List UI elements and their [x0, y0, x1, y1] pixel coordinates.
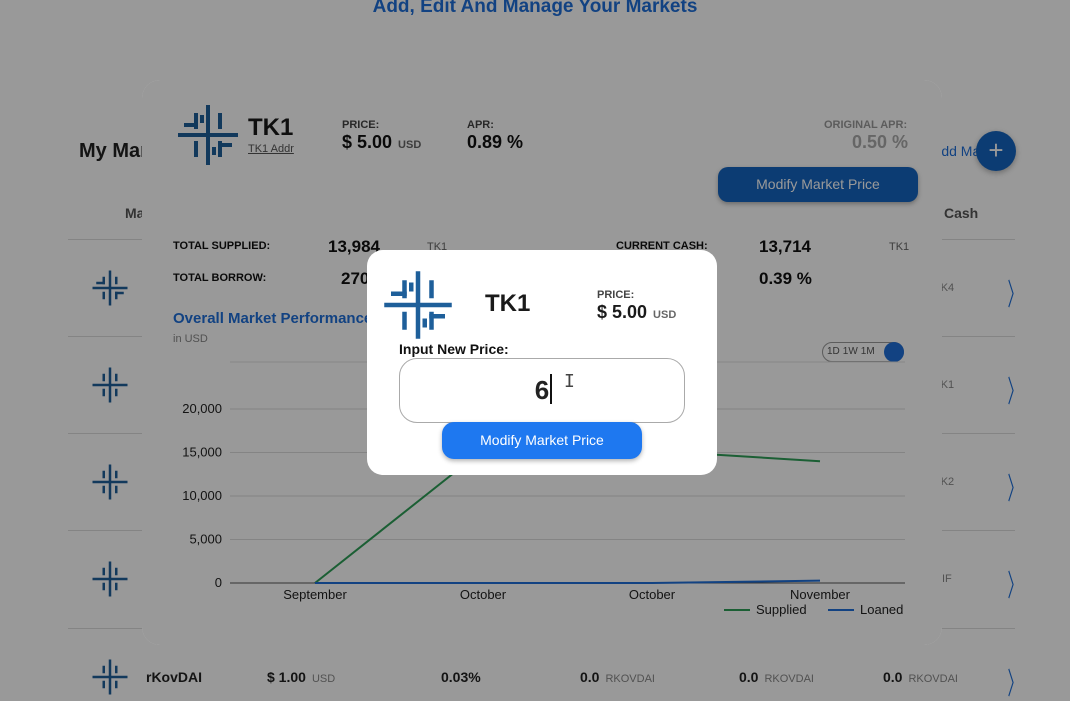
- dialog-price-value: $ 5.00 USD: [597, 302, 676, 323]
- dialog-price-label: PRICE:: [597, 289, 635, 301]
- dialog-market-name: TK1: [485, 290, 531, 317]
- ibeam-cursor-icon: I: [564, 371, 575, 392]
- dialog-price-text: $ 5.00: [597, 302, 648, 322]
- submit-new-price-button[interactable]: Modify Market Price: [442, 422, 642, 459]
- new-price-input[interactable]: [399, 358, 685, 423]
- dialog-price-unit: USD: [653, 309, 677, 321]
- text-caret: [550, 374, 552, 404]
- new-price-label: Input New Price:: [399, 341, 509, 357]
- modify-price-dialog: TK1 PRICE: $ 5.00USD Input New Price: I …: [367, 250, 717, 475]
- market-logo-icon: [384, 271, 452, 339]
